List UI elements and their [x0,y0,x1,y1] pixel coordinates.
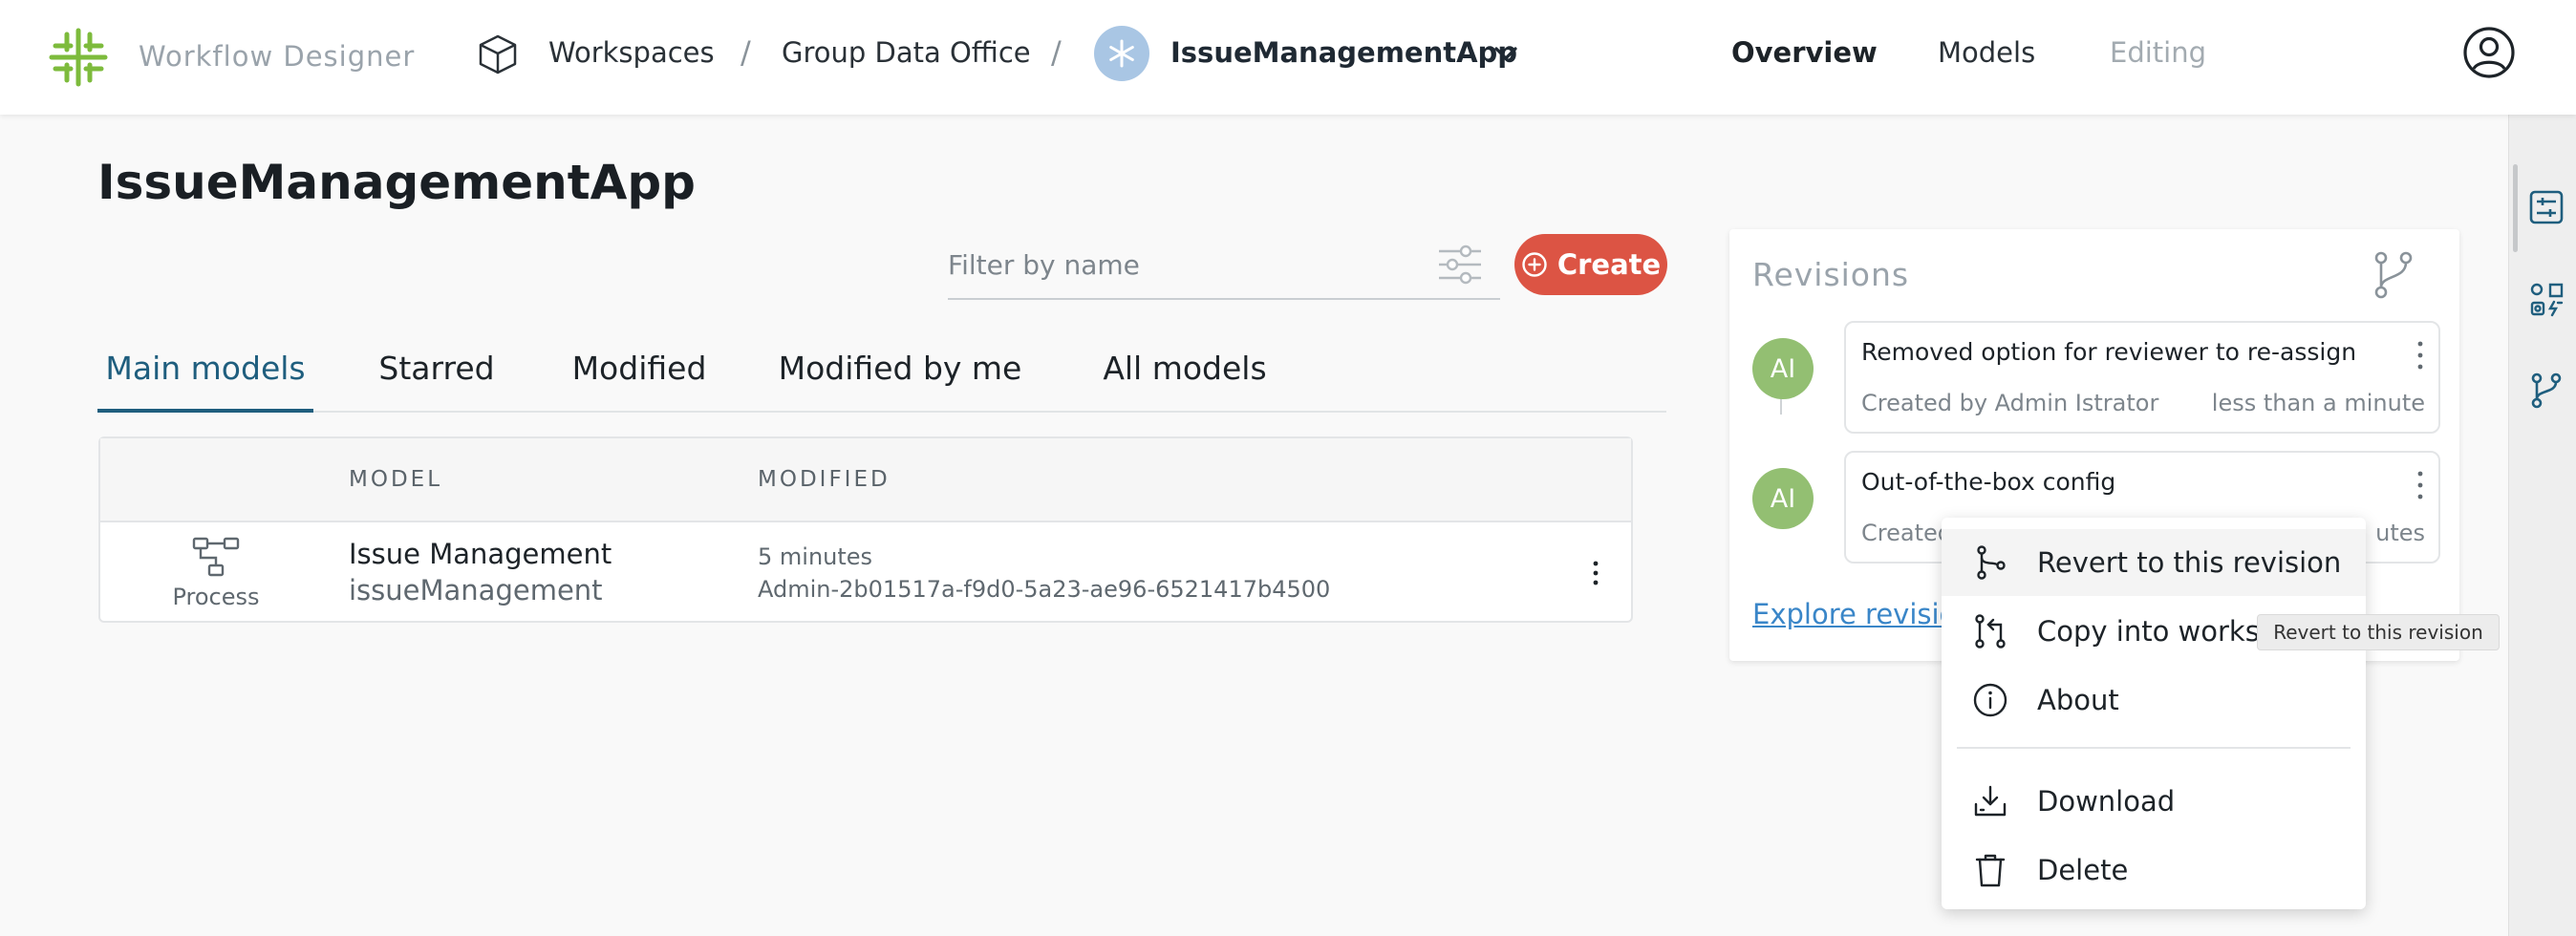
create-button-label: Create [1556,248,1662,281]
trash-icon [1975,854,2006,887]
properties-panel-icon[interactable] [2526,187,2566,227]
filter-field [948,235,1500,300]
copy-branch-icon [1975,614,2006,649]
revert-branch-icon [1977,545,2006,580]
revisions-title: Revisions [1752,256,1910,293]
create-button[interactable]: Create [1514,234,1667,295]
model-key: issueManagement [349,574,603,606]
tab-all-models[interactable]: All models [1095,344,1275,413]
revision-created-by: Created by Admin Istrator [1861,390,2159,416]
tab-starred[interactable]: Starred [375,344,499,413]
breadcrumb-group-data-office[interactable]: Group Data Office [782,36,1031,69]
download-icon [1974,785,2007,817]
table-header: MODEL MODIFIED [100,438,1631,522]
asterisk-icon [1109,39,1134,68]
right-rail [2508,115,2576,936]
revision-context-menu: Revert to this revision Copy into worksp… [1942,518,2366,909]
process-icon [192,537,240,577]
chevron-down-icon[interactable] [1492,42,1519,65]
nav-editing: Editing [2110,36,2207,69]
revision-time: utes [2375,520,2425,546]
table-row[interactable]: Process Issue Management issueManagement… [100,522,1631,623]
model-name[interactable]: Issue Management [349,538,612,570]
more-vertical-icon[interactable] [2410,338,2431,372]
app-avatar [1094,26,1149,81]
page-title: IssueManagementApp [97,155,696,210]
revision-time: less than a minute [2211,390,2425,416]
model-type: Process [172,584,260,610]
model-tabs: Main models Starred Modified Modified by… [97,344,1666,413]
avatar: AI [1752,468,1814,529]
breadcrumb-separator: / [741,34,751,71]
cube-icon [479,34,517,74]
breadcrumb-separator: / [1051,34,1062,71]
column-header-model: MODEL [349,467,443,492]
avatar: AI [1752,338,1814,399]
modified-by: Admin-2b01517a-f9d0-5a23-ae96-6521417b45… [758,576,1331,603]
revisions-branch-icon[interactable] [2526,371,2566,411]
breadcrumb-workspaces[interactable]: Workspaces [548,36,715,69]
nav-overview[interactable]: Overview [1731,36,1878,69]
plus-circle-icon [1522,252,1547,277]
menu-item-download[interactable]: Download [1942,768,2366,835]
column-header-modified: MODIFIED [758,467,891,492]
modified-time: 5 minutes [758,543,873,570]
filter-input[interactable] [948,235,1426,294]
menu-divider [1957,747,2351,749]
nav-models[interactable]: Models [1938,36,2035,69]
tooltip: Revert to this revision [2257,614,2500,650]
revision-card[interactable]: Removed option for reviewer to re-assign… [1844,321,2440,434]
revision-title: Removed option for reviewer to re-assign [1861,338,2357,366]
menu-item-delete[interactable]: Delete [1942,837,2366,904]
explore-revisions-link[interactable]: Explore revisio [1752,598,1956,630]
branch-icon [2374,251,2413,299]
workflow-logo-icon[interactable] [48,27,109,88]
more-vertical-icon[interactable] [1583,559,1608,587]
more-vertical-icon[interactable] [2410,468,2431,502]
filter-sliders-icon[interactable] [1435,240,1485,289]
revision-title: Out-of-the-box config [1861,468,2116,496]
tab-modified[interactable]: Modified [564,344,715,413]
menu-item-revert[interactable]: Revert to this revision [1942,529,2366,596]
revision-created-by: Created [1861,520,1952,546]
info-icon [1973,683,2007,717]
app-name: Workflow Designer [139,40,416,73]
user-circle-icon[interactable] [2461,25,2517,80]
components-icon[interactable] [2526,279,2566,319]
menu-item-about[interactable]: About [1942,667,2366,734]
rail-scrollbar[interactable] [2513,164,2518,252]
tab-main-models[interactable]: Main models [97,344,313,413]
top-bar: Workflow Designer Workspaces / Group Dat… [0,0,2576,115]
models-table: MODEL MODIFIED Process Issue Management … [98,436,1633,623]
breadcrumb-current-app[interactable]: IssueManagementApp [1170,36,1517,69]
tab-modified-by-me[interactable]: Modified by me [774,344,1026,413]
